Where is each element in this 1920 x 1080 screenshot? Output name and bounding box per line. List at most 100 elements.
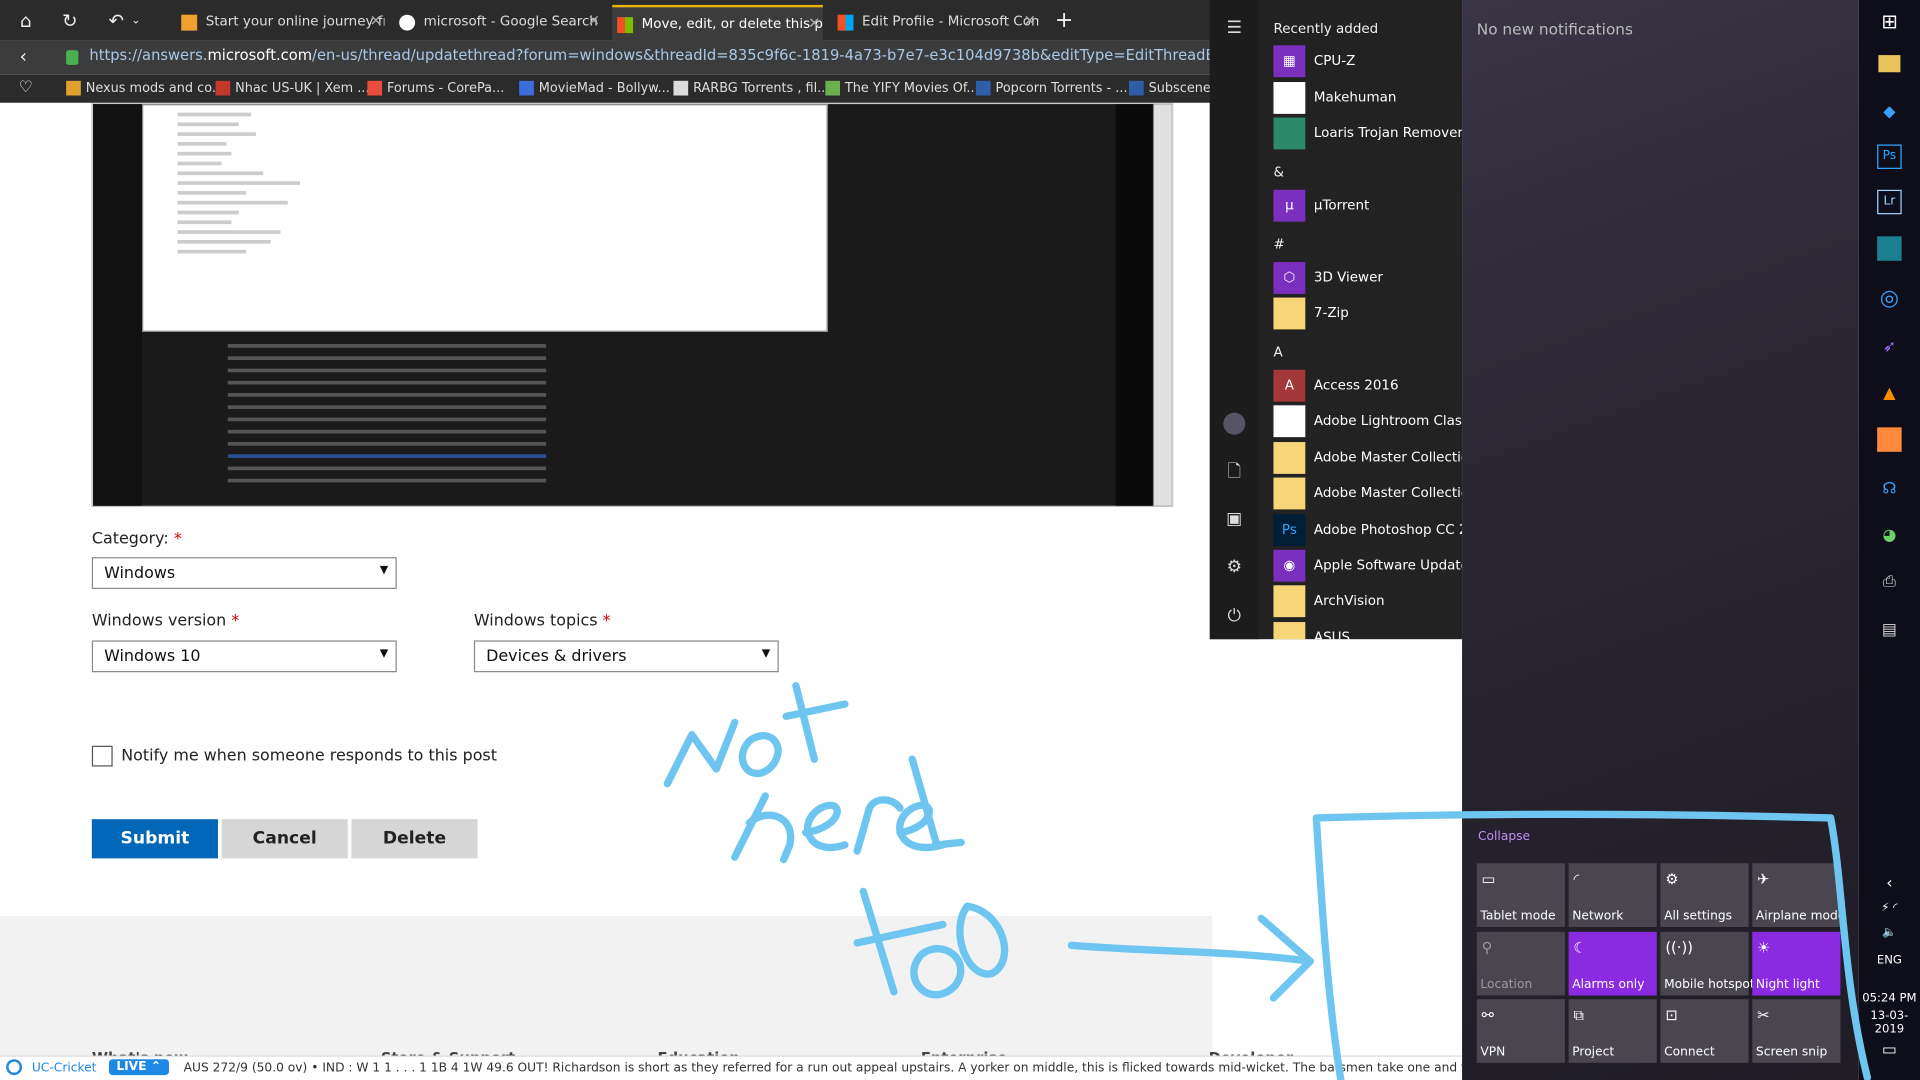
app-archvision[interactable]: ArchVision — [1273, 585, 1462, 618]
app-7zip[interactable]: 7-Zip — [1273, 297, 1462, 330]
power-icon[interactable]: ⏻ — [1223, 605, 1245, 627]
bookmark-item[interactable]: MovieMad - Bollyw... — [519, 80, 670, 96]
settings-icon[interactable]: ⚙ — [1223, 556, 1245, 578]
folder-icon — [1273, 585, 1306, 618]
vlc-icon[interactable]: ▲ — [1875, 380, 1904, 409]
app-cpu-z[interactable]: ▦ CPU-Z — [1273, 45, 1462, 78]
embedded-taskbar — [1115, 104, 1153, 506]
tile-project[interactable]: ⧉ Project — [1568, 999, 1657, 1063]
tile-night-light[interactable]: ☀ Night light — [1752, 931, 1841, 996]
group-header-hash[interactable]: # — [1273, 236, 1284, 252]
tile-network[interactable]: ◜ Network — [1568, 863, 1657, 927]
app-3d-viewer[interactable]: ⬡ 3D Viewer — [1273, 262, 1462, 294]
bookmark-item[interactable]: Popcorn Torrents - ... — [975, 80, 1128, 96]
folder-icon — [1273, 297, 1306, 330]
tile-screen-snip[interactable]: ✂ Screen snip — [1752, 999, 1841, 1063]
tile-vpn[interactable]: ⚯ VPN — [1476, 999, 1565, 1063]
app-ring-icon[interactable]: ◎ — [1875, 284, 1904, 313]
category-select[interactable]: Windows ▼ — [91, 557, 397, 589]
new-tab-icon[interactable]: + — [1051, 7, 1078, 34]
close-icon[interactable]: ✕ — [588, 12, 600, 29]
windows-topics-select[interactable]: Devices & drivers ▼ — [473, 640, 779, 673]
app-makehuman[interactable]: Makehuman — [1273, 82, 1462, 114]
app-loaris[interactable]: Loaris Trojan Remover — [1273, 117, 1463, 150]
photoshop-icon[interactable]: Ps — [1877, 144, 1902, 169]
microsoft-icon — [617, 17, 634, 34]
pictures-icon[interactable]: ▣ — [1223, 508, 1245, 530]
tab-google-search[interactable]: microsoft - Google Search ✕ — [394, 5, 602, 41]
volume-icon[interactable]: 🔈 — [1859, 926, 1920, 939]
tab-start-journey[interactable]: Start your online journey fron ✕ — [176, 5, 384, 41]
tile-mobile-hotspot[interactable]: ((·)) Mobile hotspot — [1660, 931, 1755, 996]
app-teal-icon[interactable] — [1877, 236, 1902, 261]
tab-move-edit-delete[interactable]: Move, edit, or delete this post ✕ — [612, 4, 823, 41]
app-asus[interactable]: ASUS — [1273, 622, 1462, 640]
bookmark-item[interactable]: Forums - CorePa... — [367, 80, 504, 96]
app-lightroom[interactable]: Adobe Lightroom Classic CC — [1273, 405, 1503, 438]
explorer-nav-pane — [93, 104, 143, 506]
windows-start-icon[interactable]: ⊞ — [1875, 7, 1904, 36]
windows-version-select[interactable]: Windows 10 ▼ — [91, 640, 397, 673]
notify-checkbox[interactable] — [91, 745, 113, 767]
lightroom-icon[interactable]: Lr — [1877, 189, 1902, 215]
user-avatar-icon[interactable] — [1223, 412, 1246, 435]
bookmark-icon — [673, 80, 689, 96]
app-cube-icon[interactable]: ◆ — [1875, 98, 1904, 127]
notification-icon[interactable]: ▭ — [1859, 1041, 1920, 1059]
bookmark-item[interactable]: Nhac US-UK | Xem ... — [215, 80, 369, 96]
headphones-icon[interactable]: ☊ — [1875, 475, 1904, 504]
delete-button[interactable]: Delete — [351, 819, 478, 859]
tray-network-icon[interactable]: ⚡ ◜ — [1859, 901, 1920, 914]
app-globe-icon[interactable]: ◕ — [1875, 522, 1904, 551]
back-icon[interactable]: ‹ — [10, 43, 37, 70]
close-icon[interactable]: ✕ — [808, 15, 820, 32]
tab-edit-profile[interactable]: Edit Profile - Microsoft Comm ✕ — [833, 5, 1038, 41]
bookmark-item[interactable]: The YIFY Movies Of... — [825, 80, 979, 96]
app-feather-icon[interactable]: ➶ — [1875, 333, 1904, 362]
collapse-link[interactable]: Collapse — [1478, 830, 1530, 843]
tab-label: Start your online journey fron — [205, 13, 385, 30]
clock-time[interactable]: 05:24 PM — [1859, 992, 1920, 1005]
app-printer-icon[interactable]: ⎙ — [1875, 568, 1904, 597]
group-header-ampersand[interactable]: & — [1273, 164, 1284, 180]
group-header-a[interactable]: A — [1273, 344, 1282, 360]
folder-icon — [1273, 442, 1306, 474]
app-apple-update[interactable]: ◉ Apple Software Update — [1273, 549, 1469, 582]
bookmark-item[interactable]: Nexus mods and co... — [66, 80, 224, 96]
app-orange-icon[interactable] — [1877, 427, 1902, 452]
home-icon[interactable]: ⌂ — [12, 7, 39, 34]
tile-airplane-mode[interactable]: ✈ Airplane mode — [1752, 863, 1845, 927]
category-label: Category: * — [91, 530, 182, 549]
language-indicator[interactable]: ENG — [1859, 954, 1920, 967]
submit-button[interactable]: Submit — [91, 819, 218, 859]
tile-connect[interactable]: ⊡ Connect — [1660, 999, 1749, 1063]
cancel-button[interactable]: Cancel — [221, 819, 348, 859]
app-access[interactable]: A Access 2016 — [1273, 369, 1462, 402]
close-icon[interactable]: ✕ — [370, 12, 382, 29]
file-explorer-icon[interactable] — [1878, 55, 1901, 73]
close-icon[interactable]: ✕ — [1024, 12, 1036, 29]
tile-all-settings[interactable]: ⚙ All settings — [1660, 863, 1749, 927]
app-master-collection[interactable]: Adobe Master Collection CC — [1273, 477, 1501, 510]
chevron-down-icon[interactable]: ⌄ — [122, 7, 149, 34]
app-master-collection[interactable]: Adobe Master Collection CC — [1273, 442, 1501, 474]
airplane-icon: ✈ — [1757, 870, 1770, 888]
url-input[interactable]: https://answers.microsoft.com/en-us/thre… — [89, 47, 1209, 64]
documents-icon[interactable]: 🗋 — [1223, 460, 1245, 482]
app-photoshop[interactable]: Ps Adobe Photoshop CC 2018 — [1273, 514, 1493, 547]
clock-date[interactable]: 13-03-2019 — [1859, 1009, 1920, 1036]
tile-location[interactable]: ⚲ Location — [1476, 931, 1565, 996]
tile-tablet-mode[interactable]: ▭ Tablet mode — [1476, 863, 1565, 927]
chevron-left-icon[interactable]: ‹ — [1859, 874, 1920, 892]
app-utorrent[interactable]: µ µTorrent — [1273, 189, 1462, 222]
refresh-icon[interactable]: ↻ — [56, 7, 83, 34]
bookmark-item[interactable]: RARBG Torrents , fil... — [673, 80, 829, 96]
bookmark-item[interactable]: Subscene - — [1128, 80, 1220, 96]
access-icon: A — [1273, 369, 1306, 402]
tile-alarms-only[interactable]: ☾ Alarms only — [1568, 931, 1657, 996]
live-badge[interactable]: LIVE ⌃ — [108, 1059, 169, 1076]
app-window-icon[interactable]: ▤ — [1875, 616, 1904, 645]
heart-icon[interactable]: ♡ — [12, 75, 39, 102]
utorrent-icon: µ — [1273, 189, 1306, 222]
hamburger-menu-icon[interactable]: ☰ — [1223, 17, 1245, 39]
